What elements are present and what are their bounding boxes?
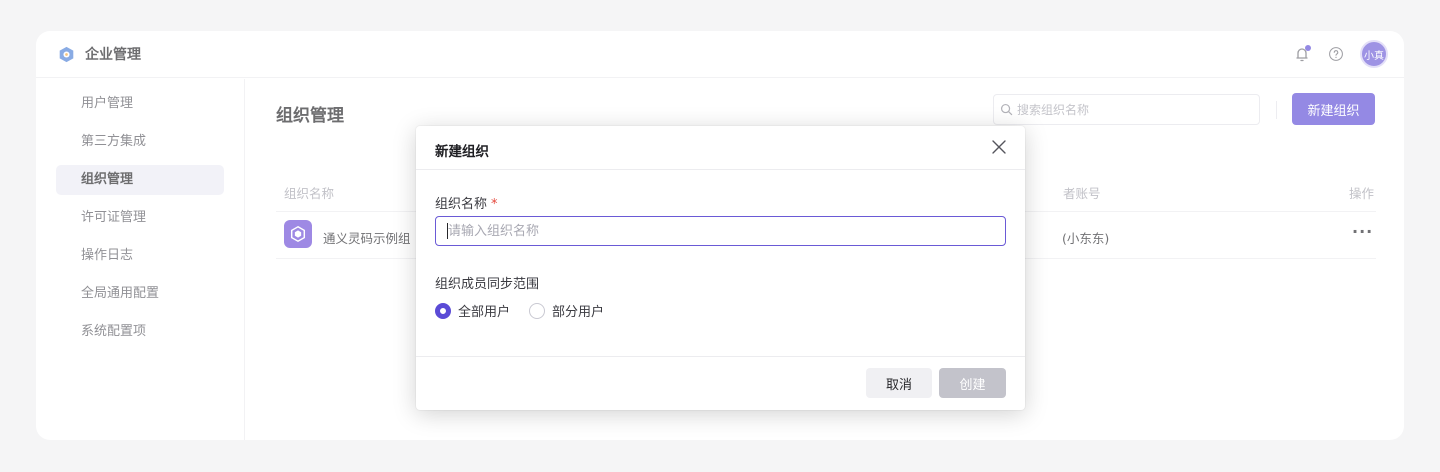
required-mark: * [491, 197, 498, 212]
radio-label-some-users: 部分用户 [552, 305, 605, 320]
text-caret [447, 223, 448, 239]
organization-name-input[interactable] [435, 216, 1006, 246]
dialog-footer: 取消 创建 [416, 356, 1025, 410]
organization-name-label-text: 组织名称 [435, 197, 488, 212]
sync-scope-label: 组织成员同步范围 [435, 277, 540, 292]
sync-scope-radio-group: 全部用户 部分用户 [435, 301, 623, 320]
dialog-title: 新建组织 [435, 144, 489, 160]
dialog-header: 新建组织 [416, 126, 1025, 170]
cancel-button[interactable]: 取消 [866, 368, 932, 398]
radio-button-unchecked[interactable] [529, 302, 546, 319]
radio-button-checked[interactable] [435, 302, 451, 319]
organization-name-label: 组织名称 * [435, 193, 498, 212]
radio-option-all-users[interactable]: 全部用户 [435, 301, 510, 320]
create-button[interactable]: 创建 [939, 368, 1006, 398]
radio-option-some-users[interactable]: 部分用户 [529, 301, 604, 320]
create-organization-dialog: 新建组织 组织名称* 组织成员同步范围 全部用户 部分用户 取消 创建 [416, 126, 1025, 410]
close-icon[interactable] [991, 139, 1007, 155]
radio-label-all-users: 全部用户 [458, 305, 511, 320]
